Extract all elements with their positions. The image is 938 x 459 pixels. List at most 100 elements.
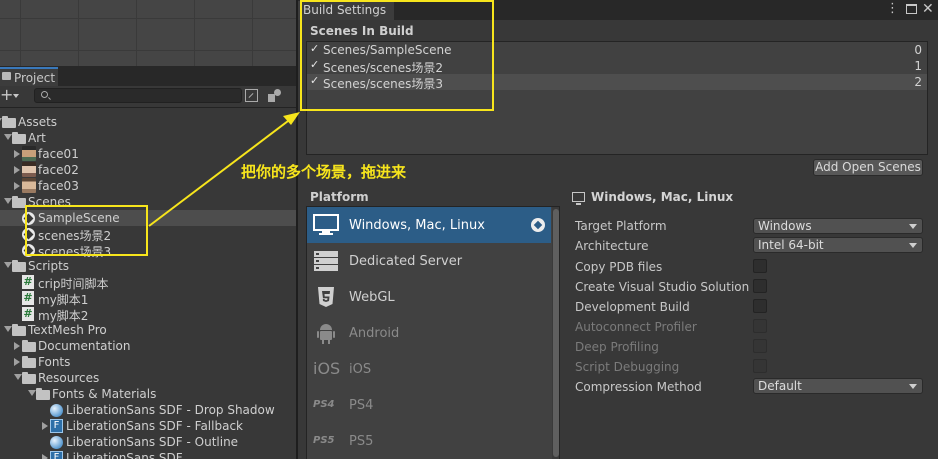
platform-label: iOS [349,362,372,377]
expand-arrow-down-icon[interactable] [4,134,12,140]
target-platform-dropdown[interactable]: Windows [753,218,923,234]
expand-arrow-right-icon[interactable] [42,422,48,430]
chevron-down-icon [909,224,917,229]
script-icon: # [22,291,34,305]
tree-item-label: Fonts & Materials [52,387,157,401]
tree-item-label: Scripts [28,259,70,273]
platform-label: PS4 [349,398,374,413]
scrollbar-thumb[interactable] [553,209,559,457]
expand-arrow-down-icon[interactable] [14,374,22,380]
development-build-label: Development Build [575,300,690,314]
architecture-label: Architecture [575,239,649,253]
copy-pdb-checkbox[interactable] [753,259,767,273]
add-open-scenes-button[interactable]: Add Open Scenes [813,159,923,176]
close-icon[interactable]: ✕ [922,1,934,17]
highlight-scene-assets [25,205,148,256]
platform-item[interactable]: Android [307,315,551,351]
tree-item[interactable]: LiberationSans SDF - Drop Shadow [0,402,296,418]
scene-index-label: 0 [914,43,922,57]
tree-item[interactable]: # my脚本1 [0,290,296,307]
tree-item[interactable]: Art [0,130,296,146]
architecture-dropdown[interactable]: Intel 64-bit [753,237,923,253]
platform-item[interactable]: PS4 PS4 [307,387,551,423]
expand-arrow-down-icon[interactable] [28,390,36,396]
target-platform-value: Windows [758,219,812,233]
platform-item[interactable]: PS5 PS5 [307,423,551,459]
unity-editor: Project + Assets Art face01 face02 face03 Sce… [0,0,938,459]
server-icon [313,250,339,272]
tree-item[interactable]: face01 [0,146,296,162]
tree-item[interactable]: # my脚本2 [0,306,296,323]
platform-label: Dedicated Server [349,254,463,269]
platform-item[interactable]: WebGL [307,279,551,315]
search-by-type-icon[interactable] [245,89,258,102]
expand-arrow-right-icon[interactable] [14,358,20,366]
tree-item[interactable]: Documentation [0,338,296,354]
autoconnect-profiler-label: Autoconnect Profiler [575,320,697,334]
expand-arrow-right-icon[interactable] [14,166,20,174]
tree-item[interactable]: F LiberationSans SDF - Fallback [0,418,296,434]
chevron-down-icon [13,94,19,98]
platform-scrollbar[interactable] [552,207,559,459]
expand-arrow-right-icon[interactable] [42,454,48,459]
tree-item[interactable]: Assets [0,114,296,130]
project-search-box[interactable] [34,88,242,103]
android-icon [313,322,339,344]
deep-profiling-checkbox [753,339,767,353]
expand-arrow-right-icon[interactable] [14,182,20,190]
project-panel: Project + Assets Art face01 face02 face03 Sce… [0,66,296,459]
create-vs-solution-label: Create Visual Studio Solution [575,280,750,294]
folder-tab-icon [2,72,11,80]
scene-view-grid[interactable] [0,0,296,66]
tree-item-label: face03 [38,179,79,193]
development-build-checkbox[interactable] [753,299,767,313]
chevron-down-icon [909,384,917,389]
platform-item[interactable]: Dedicated Server [307,243,551,279]
create-vs-solution-checkbox[interactable] [753,279,767,293]
compression-method-dropdown[interactable]: Default [753,378,923,394]
tree-item-label: face02 [38,163,79,177]
folder-open-icon [12,132,26,144]
platform-list: Windows, Mac, Linux Dedicated Server WebGL… [306,206,560,459]
expand-arrow-right-icon[interactable] [14,150,20,158]
tree-item-label: face01 [38,147,79,161]
tree-item-label: Documentation [38,339,131,353]
tree-item[interactable]: F LiberationSans SDF [0,450,296,459]
tab-project[interactable]: Project [0,67,58,86]
tree-item-label: Art [28,131,46,145]
platform-heading: Platform [310,190,369,204]
folder-open-icon [12,324,26,336]
expand-arrow-right-icon[interactable] [14,342,20,350]
tree-item[interactable]: Scripts [0,258,296,274]
tree-item-label: Fonts [38,355,71,369]
tree-item[interactable]: Resources [0,370,296,386]
platform-label: Windows, Mac, Linux [349,218,485,233]
expand-arrow-down-icon[interactable] [4,326,12,332]
monitor-icon [572,192,585,205]
expand-arrow-down-icon[interactable] [4,198,12,204]
material-icon [50,436,63,449]
image-icon [22,146,36,161]
platform-item[interactable]: iOS iOS [307,351,551,387]
search-by-label-icon[interactable] [268,89,282,103]
target-platform-label: Target Platform [575,219,667,233]
autoconnect-profiler-checkbox [753,319,767,333]
folder-icon [22,356,36,368]
unity-logo-icon [531,218,545,232]
project-search-input[interactable] [51,89,239,102]
tree-item[interactable]: Fonts & Materials [0,386,296,402]
maximize-icon[interactable] [906,4,917,14]
tree-item[interactable]: LiberationSans SDF - Outline [0,434,296,450]
ps5-icon: PS5 [313,435,335,446]
expand-arrow-down-icon[interactable] [4,262,12,268]
tree-item[interactable]: Fonts [0,354,296,370]
tree-item-label: LiberationSans SDF - Fallback [66,419,243,433]
tree-item[interactable]: TextMesh Pro [0,322,296,338]
platform-item[interactable]: Windows, Mac, Linux [307,207,551,243]
tree-item[interactable]: # crip时间脚本 [0,274,296,291]
compression-method-value: Default [758,379,802,393]
create-asset-button[interactable]: + [0,87,24,105]
more-options-icon[interactable]: ⋮ [886,2,899,16]
highlight-scenes-in-build [300,0,494,111]
tree-item-label: TextMesh Pro [28,323,107,337]
